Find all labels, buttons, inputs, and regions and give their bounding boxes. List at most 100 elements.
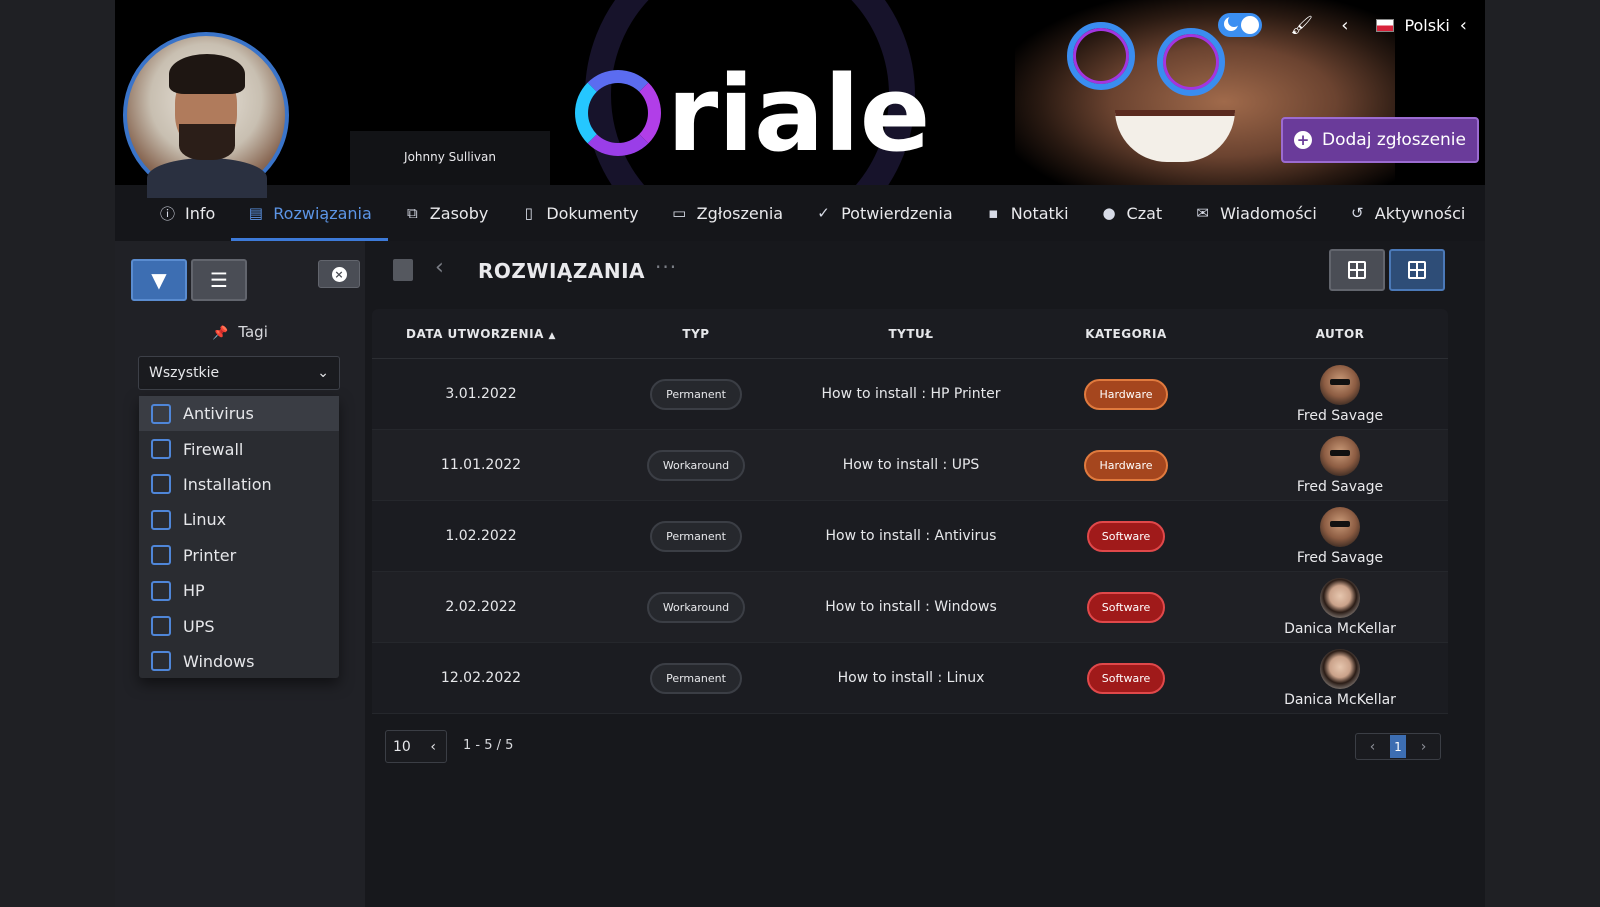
tab-resources[interactable]: ⧉ Zasoby [388, 185, 505, 241]
cell-category: Hardware [1020, 378, 1232, 410]
tags-select-value: Wszystkie [149, 365, 220, 381]
author-name: Fred Savage [1296, 407, 1384, 424]
file-icon: ▯ [524, 204, 533, 222]
tab-chat[interactable]: ● Czat [1085, 185, 1179, 241]
checkbox[interactable] [151, 545, 171, 566]
checkbox[interactable] [151, 509, 171, 530]
cell-date: 2.02.2022 [445, 599, 517, 615]
author-avatar [1320, 506, 1360, 547]
tab-activities[interactable]: ↺ Aktywności [1333, 185, 1482, 241]
tag-option-label: Firewall [183, 439, 244, 459]
logo-ring-icon [575, 70, 661, 156]
cell-title[interactable]: How to install : Linux [802, 670, 1020, 686]
tab-documents[interactable]: ▯ Dokumenty [504, 185, 654, 241]
checkbox[interactable] [151, 439, 171, 460]
theme-toggle[interactable] [1218, 13, 1263, 37]
column-header-title[interactable]: TYTUŁ [802, 327, 1020, 341]
tab-label: Info [185, 203, 216, 223]
table-row[interactable]: 11.01.2022 Workaround How to install : U… [372, 430, 1448, 501]
profile-header: riale Johnny Sullivan 🖌 ‹ Polski ‹ + Dod… [115, 0, 1485, 185]
cell-title[interactable]: How to install : Antivirus [802, 528, 1020, 544]
chevron-left-icon[interactable]: ‹ [1341, 15, 1348, 36]
category-badge: Software [1086, 520, 1166, 552]
tab-messages[interactable]: ✉ Wiadomości [1178, 185, 1333, 241]
column-header-date[interactable]: DATA UTWORZENIA ▲ [372, 327, 590, 341]
prev-page-button[interactable]: ‹ [1356, 739, 1389, 755]
sort-list-button[interactable]: ☰ [191, 259, 247, 301]
cell-author: Fred Savage [1232, 435, 1448, 495]
tag-option-ups[interactable]: UPS [139, 608, 339, 643]
tab-notes[interactable]: ▪ Notatki [969, 185, 1085, 241]
author-name: Fred Savage [1296, 478, 1384, 495]
tag-option-installation[interactable]: Installation [139, 467, 339, 502]
cell-date: 12.02.2022 [440, 670, 522, 686]
checkbox[interactable] [151, 474, 171, 495]
filter-button[interactable]: ▼ [131, 259, 187, 301]
table-icon [1408, 261, 1426, 279]
column-header-category[interactable]: KATEGORIA [1020, 327, 1232, 341]
table-view-button[interactable] [1389, 249, 1445, 291]
column-header-author[interactable]: AUTOR [1232, 327, 1448, 341]
avatar-shirt [147, 158, 267, 198]
cubes-icon: ⧉ [406, 204, 418, 222]
tab-confirmations[interactable]: ✓ Potwierdzenia [799, 185, 969, 241]
table-row[interactable]: 1.02.2022 Permanent How to install : Ant… [372, 501, 1448, 572]
tab-label: Potwierdzenia [841, 203, 953, 223]
cell-title[interactable]: How to install : HP Printer [802, 386, 1020, 402]
clear-filters-button[interactable]: × [318, 260, 360, 288]
moon-icon [1224, 15, 1241, 31]
checkbox[interactable] [151, 403, 171, 424]
tag-option-antivirus[interactable]: Antivirus [139, 396, 339, 432]
author-avatar [1320, 435, 1360, 476]
tag-option-hp[interactable]: HP [139, 573, 339, 608]
tab-label: Czat [1126, 203, 1163, 223]
table-row[interactable]: 3.01.2022 Permanent How to install : HP … [372, 359, 1448, 430]
page-size-select[interactable]: 10 ‹ [385, 730, 447, 763]
checkbox[interactable] [151, 651, 171, 672]
table-row[interactable]: 12.02.2022 Permanent How to install : Li… [372, 643, 1448, 714]
cell-date: 1.02.2022 [445, 528, 517, 544]
chat-icon: ● [1102, 204, 1116, 222]
cell-title[interactable]: How to install : Windows [802, 599, 1020, 615]
tag-option-printer[interactable]: Printer [139, 538, 339, 573]
cell-author: Danica McKellar [1232, 577, 1448, 637]
chevron-left-icon: ‹ [1459, 14, 1467, 36]
tab-bar: ⓘ Info ▤ Rozwiązania ⧉ Zasoby ▯ Dokumenty ▭ Z… [115, 185, 1485, 241]
language-selector[interactable]: Polski ‹ [1376, 15, 1467, 36]
chevron-left-icon: ‹ [430, 738, 436, 755]
tags-select[interactable]: Wszystkie ⌄ [138, 356, 340, 390]
tab-label: Dokumenty [546, 203, 639, 223]
tab-label: Notatki [1010, 203, 1069, 223]
checkbox[interactable] [151, 616, 171, 637]
tags-heading: 📌 Tagi [115, 323, 365, 341]
cell-author: Fred Savage [1232, 364, 1448, 424]
cell-category: Hardware [1020, 449, 1232, 481]
app-frame: riale Johnny Sullivan 🖌 ‹ Polski ‹ + Dod… [115, 0, 1485, 907]
next-page-button[interactable]: › [1407, 739, 1440, 755]
cell-title[interactable]: How to install : UPS [802, 457, 1020, 473]
hero-eye-ring-left [1067, 22, 1135, 90]
checkbox[interactable] [151, 580, 171, 601]
user-name: Johnny Sullivan [404, 150, 496, 164]
tag-option-label: Antivirus [183, 404, 254, 424]
tag-option-linux[interactable]: Linux [139, 502, 339, 537]
tag-option-firewall[interactable]: Firewall [139, 431, 339, 466]
brush-icon[interactable]: 🖌 [1290, 15, 1313, 36]
table-row[interactable]: 2.02.2022 Workaround How to install : Wi… [372, 572, 1448, 643]
more-options-icon[interactable]: ··· [655, 255, 677, 279]
sort-asc-icon: ▲ [548, 330, 556, 341]
grid-view-button[interactable] [1329, 249, 1385, 291]
note-icon: ▪ [988, 204, 999, 222]
pin-icon[interactable]: 📌 [212, 326, 228, 341]
current-page-button[interactable]: 1 [1390, 735, 1406, 758]
table-header: DATA UTWORZENIA ▲ TYP TYTUŁ KATEGORIA AU… [372, 309, 1448, 359]
cell-type: Permanent [590, 662, 802, 694]
add-ticket-button[interactable]: + Dodaj zgłoszenie [1281, 117, 1479, 163]
column-header-type[interactable]: TYP [590, 327, 802, 341]
tag-option-windows[interactable]: Windows [139, 644, 339, 679]
tab-label: Zgłoszenia [696, 203, 784, 223]
author-name: Fred Savage [1296, 549, 1384, 566]
user-avatar[interactable] [123, 32, 289, 198]
back-chevron-icon[interactable]: ‹ [435, 255, 444, 280]
tab-tickets[interactable]: ▭ Zgłoszenia [655, 185, 799, 241]
